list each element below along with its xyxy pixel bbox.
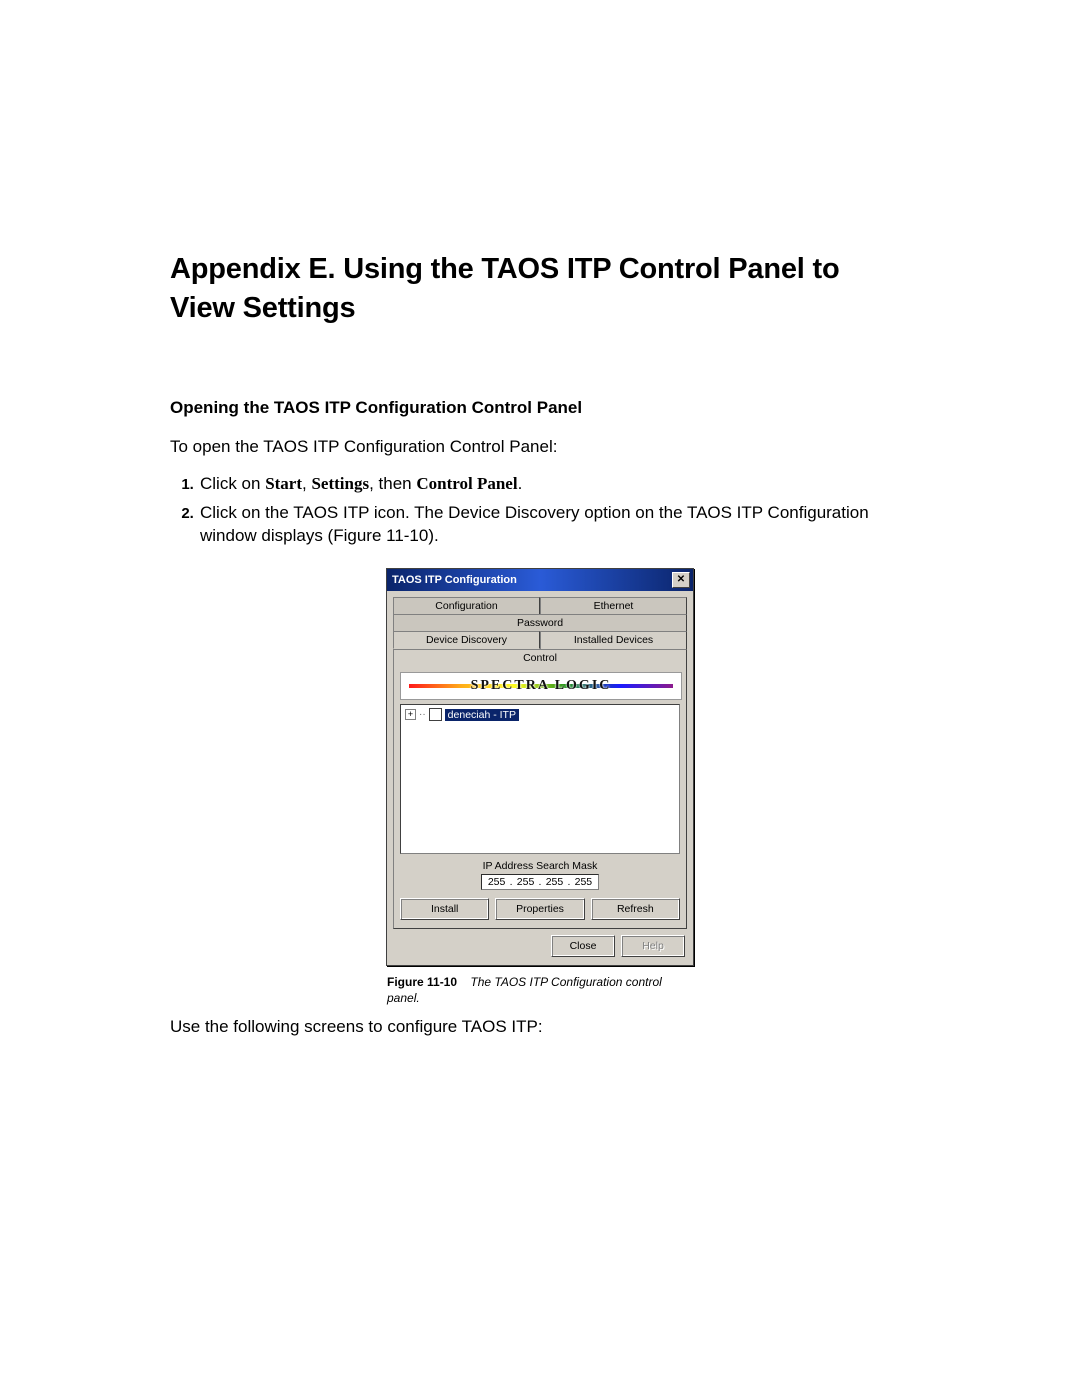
outro-paragraph: Use the following screens to configure T…: [170, 1016, 910, 1039]
ip-section: IP Address Search Mask . . .: [400, 854, 680, 894]
window-title: TAOS ITP Configuration: [392, 574, 517, 586]
refresh-button[interactable]: Refresh: [591, 898, 680, 920]
tab-configuration[interactable]: Configuration: [393, 597, 540, 614]
step-1: Click on Start, Settings, then Control P…: [198, 473, 910, 496]
step1-mid: , then: [369, 474, 416, 493]
tab-control[interactable]: Control: [393, 649, 687, 666]
section-heading: Opening the TAOS ITP Configuration Contr…: [170, 398, 910, 418]
tree-checkbox[interactable]: [429, 708, 442, 721]
ip-octet-3[interactable]: [541, 876, 567, 888]
tab-content: SPECTRA LOGIC + ·· deneciah - ITP IP Add…: [393, 665, 687, 929]
figure-caption: Figure 11-10 The TAOS ITP Configuration …: [387, 974, 693, 1006]
taos-itp-window: TAOS ITP Configuration ✕ Configuration E…: [386, 568, 694, 966]
ip-octet-4[interactable]: [570, 876, 596, 888]
figure-label: Figure 11-10: [387, 975, 457, 989]
device-tree[interactable]: + ·· deneciah - ITP: [400, 704, 680, 854]
spectra-logic-logo: SPECTRA LOGIC: [400, 672, 682, 700]
install-button[interactable]: Install: [400, 898, 489, 920]
tab-row-front: Device Discovery Installed Devices Contr…: [393, 631, 687, 666]
intro-paragraph: To open the TAOS ITP Configuration Contr…: [170, 436, 910, 459]
bottom-button-row: Close Help: [393, 929, 687, 959]
step-list: Click on Start, Settings, then Control P…: [170, 473, 910, 548]
tree-node[interactable]: + ·· deneciah - ITP: [405, 708, 675, 721]
close-button[interactable]: Close: [551, 935, 615, 957]
tab-installed-devices[interactable]: Installed Devices: [540, 631, 687, 649]
close-icon[interactable]: ✕: [672, 572, 690, 588]
figure-wrap: TAOS ITP Configuration ✕ Configuration E…: [170, 568, 910, 1006]
ip-fields[interactable]: . . .: [481, 874, 600, 890]
properties-button[interactable]: Properties: [495, 898, 584, 920]
appendix-title: Appendix E. Using the TAOS ITP Control P…: [170, 250, 910, 328]
window-body: Configuration Ethernet Password Device D…: [387, 591, 693, 965]
ip-octet-1[interactable]: [484, 876, 510, 888]
step1-controlpanel: Control Panel: [416, 474, 517, 493]
tab-password[interactable]: Password: [393, 614, 687, 631]
step1-suffix: .: [518, 474, 523, 493]
document-page: Appendix E. Using the TAOS ITP Control P…: [0, 0, 1080, 1397]
tab-row-back: Configuration Ethernet Password: [393, 597, 687, 631]
step-2: Click on the TAOS ITP icon. The Device D…: [198, 502, 910, 548]
step1-settings: Settings: [311, 474, 369, 493]
titlebar: TAOS ITP Configuration ✕: [387, 569, 693, 591]
ip-octet-2[interactable]: [513, 876, 539, 888]
tab-ethernet[interactable]: Ethernet: [540, 597, 687, 614]
help-button: Help: [621, 935, 685, 957]
tree-connector: ··: [419, 709, 426, 720]
logo-text: SPECTRA LOGIC: [471, 678, 612, 694]
step1-text: Click on: [200, 474, 265, 493]
step1-start: Start: [265, 474, 302, 493]
tab-device-discovery[interactable]: Device Discovery: [393, 631, 540, 649]
expand-icon[interactable]: +: [405, 709, 416, 720]
button-row: Install Properties Refresh: [400, 894, 680, 922]
ip-label: IP Address Search Mask: [400, 860, 680, 872]
tree-node-label[interactable]: deneciah - ITP: [445, 709, 519, 721]
